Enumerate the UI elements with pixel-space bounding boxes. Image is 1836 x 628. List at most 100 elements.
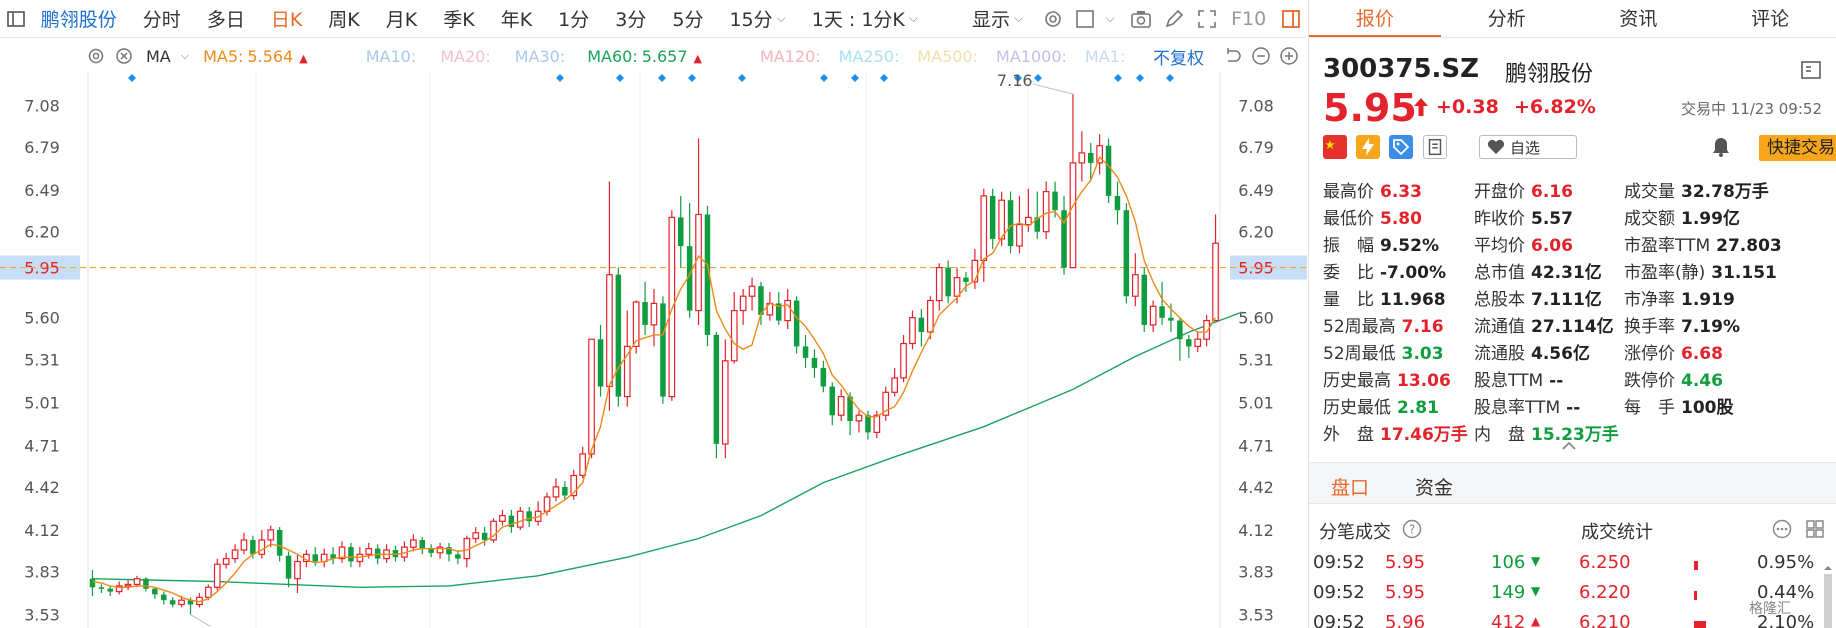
quote-field-label: 昨收价	[1474, 209, 1525, 229]
tab-yearly-k[interactable]: 年K	[488, 0, 545, 38]
candle-body-down	[963, 277, 969, 282]
adjust-toggle[interactable]: 不复权	[1153, 44, 1204, 69]
candle-body-down	[1186, 339, 1192, 347]
candle-body-down	[481, 532, 488, 540]
tag-icon[interactable]	[1389, 135, 1413, 159]
candle-body-up	[900, 342, 907, 379]
tab-3min[interactable]: 3分	[602, 0, 659, 38]
chevron-down-icon[interactable]: ⌵	[181, 49, 189, 63]
tab-quote[interactable]: 报价	[1309, 0, 1441, 37]
tab-15min[interactable]: 15分 ⌵	[716, 0, 798, 38]
quote-field: 总股本 7.111亿	[1474, 285, 1602, 311]
candle-body-down	[562, 486, 568, 496]
tab-weekly-k[interactable]: 周K	[315, 0, 372, 38]
ma120-legend: MA120:	[759, 46, 821, 66]
more-icon[interactable]	[1771, 518, 1793, 540]
add-watchlist-button[interactable]: 自选	[1479, 135, 1577, 159]
quote-field: 最低价 5.80	[1323, 204, 1422, 230]
tab-5min[interactable]: 5分	[659, 0, 716, 38]
scrollbar[interactable]	[1823, 566, 1833, 628]
tab-news[interactable]: 资讯	[1573, 0, 1705, 37]
y-tick-label-left: 5.60	[24, 309, 60, 328]
ticks-title: 分笔成交	[1319, 522, 1391, 543]
range-select[interactable]: 1天 : 1分K ⌵	[799, 0, 931, 38]
event-marker	[880, 74, 888, 82]
bell-icon[interactable]	[1709, 135, 1733, 159]
candle-body-up	[1042, 190, 1050, 233]
f10-button[interactable]: F10	[1223, 0, 1274, 38]
expand-icon[interactable]	[1190, 0, 1223, 38]
tab-quarterly-k[interactable]: 季K	[430, 0, 487, 38]
plus-icon[interactable]	[1278, 45, 1300, 67]
tab-intraday[interactable]: 分时	[130, 0, 194, 38]
candle-body-up	[543, 496, 551, 512]
camera-icon[interactable]	[1125, 0, 1158, 38]
tick-price: 5.96	[1385, 612, 1426, 628]
candle-body-up	[748, 285, 756, 297]
lightning-icon[interactable]	[1356, 135, 1380, 159]
settings-icon[interactable]	[1036, 0, 1069, 38]
undo-icon[interactable]	[1222, 45, 1244, 67]
quote-field: 历史最低 2.81	[1323, 393, 1439, 419]
square-icon[interactable]	[1069, 0, 1102, 38]
display-label: 显示	[971, 9, 1010, 31]
panel-toggle-icon[interactable]	[1800, 60, 1822, 80]
stat-price: 6.220	[1579, 582, 1631, 603]
display-select[interactable]: 显示 ⌵	[959, 0, 1036, 38]
chevron-down-icon[interactable]: ⌵	[1106, 11, 1115, 26]
stock-name-tab[interactable]: 鹏翎股份	[33, 0, 130, 38]
kline-chart[interactable]: 7.08 7.086.79 6.796.49 6.496.20 6.205.95 5.95…	[0, 72, 1307, 628]
up-triangle-icon: ▲	[299, 51, 308, 65]
quote-field: 流通值 27.114亿	[1474, 312, 1614, 338]
quote-field-value: 4.56亿	[1531, 344, 1590, 364]
gear-icon[interactable]	[86, 46, 106, 66]
ma-indicator-select[interactable]: MA	[146, 47, 171, 66]
ma1000-legend: MA1000:	[996, 46, 1067, 66]
tab-monthly-k[interactable]: 月K	[373, 0, 430, 38]
china-flag-icon[interactable]	[1323, 135, 1347, 159]
candle-body-down	[1159, 306, 1165, 318]
candle-body-down	[107, 588, 113, 592]
panel-icon[interactable]	[1274, 0, 1307, 38]
candle-body-down	[811, 357, 818, 368]
minus-icon[interactable]	[1250, 45, 1272, 67]
y-tick-label-right: 4.12	[1238, 521, 1274, 540]
tab-comments[interactable]: 评论	[1704, 0, 1836, 37]
help-icon[interactable]: ?	[1401, 518, 1423, 540]
tab-1min[interactable]: 1分	[545, 0, 602, 38]
ma-legend-bar: MA ⌵ MA5: 5.564 ▲ MA10: MA20: MA30: MA60: 5…	[0, 42, 1307, 70]
sidebar-toggle-icon[interactable]	[0, 0, 33, 38]
arrow-up-icon	[1414, 98, 1428, 116]
quote-field-label: 每 手	[1624, 398, 1675, 418]
candle-body-down	[642, 302, 648, 325]
quote-field-label: 内 盘	[1474, 425, 1525, 445]
quote-field: 振 幅 9.52%	[1323, 231, 1439, 257]
range-label: 1天 : 1分K	[811, 9, 905, 31]
candle-body-up	[855, 414, 863, 422]
chevron-up-icon[interactable]	[1561, 441, 1577, 451]
tab-analysis[interactable]: 分析	[1441, 0, 1573, 37]
grid-icon[interactable]	[1804, 518, 1826, 540]
fast-trade-button[interactable]: 快捷交易	[1759, 135, 1836, 161]
tab-daily-k[interactable]: 日K	[258, 0, 315, 38]
quote-field-label: 市净率	[1624, 290, 1675, 310]
tab-capital[interactable]: 资金	[1415, 473, 1453, 500]
tab-orderbook[interactable]: 盘口	[1331, 473, 1369, 500]
quote-field-value: 5.80	[1380, 209, 1422, 229]
candle-body-up	[365, 548, 373, 555]
pen-icon[interactable]	[1158, 0, 1191, 38]
high-annotation: 7.16	[997, 72, 1033, 90]
chevron-down-icon: ⌵	[1014, 11, 1024, 25]
watermark: 格隆汇	[1749, 601, 1791, 617]
down-triangle-icon: ▼	[1531, 584, 1541, 598]
y-tick-label-left: 7.08	[24, 97, 60, 116]
candle-body-down	[455, 554, 461, 559]
low-annotation-leader	[190, 614, 211, 627]
note-icon[interactable]	[1423, 135, 1447, 159]
tick-time: 09:52	[1313, 552, 1365, 573]
close-icon[interactable]	[114, 46, 134, 66]
candle-body-up	[891, 377, 899, 393]
tab-multiday[interactable]: 多日	[194, 0, 258, 38]
watchlist-label: 自选	[1510, 138, 1541, 157]
quote-field-value: 17.46万手	[1380, 425, 1468, 445]
